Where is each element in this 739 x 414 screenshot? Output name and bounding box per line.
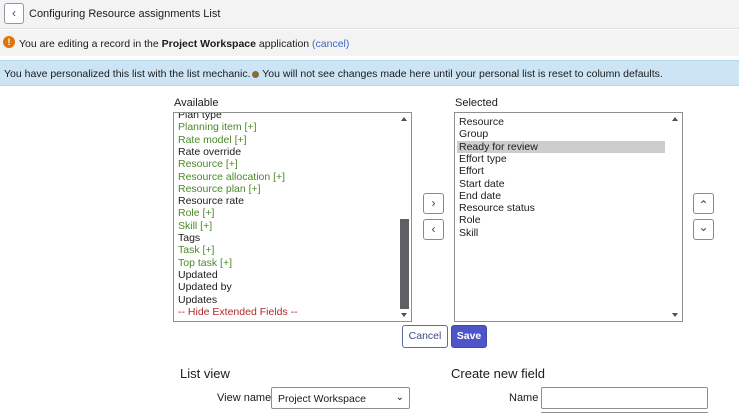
scroll-up-icon[interactable]	[672, 117, 678, 121]
save-button[interactable]: Save	[451, 325, 487, 348]
selected-scrollbar[interactable]	[670, 113, 682, 321]
selected-option[interactable]: Resource	[459, 116, 504, 128]
available-option[interactable]: Updates	[178, 294, 217, 306]
warning-icon: !	[3, 36, 15, 48]
available-option[interactable]: Rate override	[178, 146, 241, 158]
selected-option[interactable]: Role	[459, 214, 481, 226]
create-new-field-title: Create new field	[451, 366, 545, 381]
back-button[interactable]: ‹	[4, 3, 24, 24]
list-mechanic-icon	[251, 70, 259, 78]
notice-suffix: application	[256, 38, 313, 50]
available-listbox[interactable]: Plan type Planning item [+] Rate model [+]…	[173, 112, 412, 322]
personalization-info: You have personalized this list with the…	[0, 60, 739, 86]
available-option[interactable]: -- Hide Extended Fields --	[178, 306, 298, 318]
available-option[interactable]: Rate model [+]	[178, 134, 247, 146]
available-option[interactable]: Skill [+]	[178, 220, 212, 232]
available-option[interactable]: Resource rate	[178, 195, 244, 207]
editing-notice: ! You are editing a record in the Projec…	[0, 30, 739, 56]
available-option[interactable]: Task [+]	[178, 244, 214, 256]
add-field-button[interactable]: ›	[423, 193, 444, 214]
info-text-part2: You will not see changes made here until…	[259, 68, 663, 80]
chevron-left-icon: ‹	[431, 222, 436, 236]
selected-option[interactable]: Group	[459, 128, 488, 140]
available-option[interactable]: Top task [+]	[178, 257, 232, 269]
available-option[interactable]: Resource [+]	[178, 158, 238, 170]
chevron-down-icon: ⌄	[395, 392, 404, 403]
scroll-down-icon[interactable]	[672, 313, 678, 317]
scroll-up-icon[interactable]	[401, 117, 407, 121]
chevron-up-icon: ⌃	[698, 198, 709, 212]
selected-option[interactable]: End date	[459, 190, 501, 202]
selected-option[interactable]: Effort type	[459, 153, 507, 165]
notice-app-name: Project Workspace	[161, 38, 256, 50]
available-option[interactable]: Updated by	[178, 281, 232, 293]
cancel-edit-link[interactable]: (cancel)	[312, 38, 349, 50]
move-up-button[interactable]: ⌃	[693, 193, 714, 214]
view-name-select[interactable]: Project Workspace ⌄	[271, 387, 410, 409]
available-option[interactable]: Plan type	[178, 113, 222, 121]
selected-listbox[interactable]: Resource Group Ready for review Effort type…	[454, 112, 683, 322]
scroll-down-icon[interactable]	[401, 313, 407, 317]
notice-text: You are editing a record in the Project …	[19, 38, 349, 50]
page-header: ‹ Configuring Resource assignments List	[0, 0, 739, 29]
selected-label: Selected	[455, 97, 498, 109]
available-scrollbar[interactable]	[399, 113, 411, 321]
available-scrollbar-thumb[interactable]	[400, 219, 409, 309]
chevron-left-icon: ‹	[12, 6, 16, 20]
page-title: Configuring Resource assignments List	[29, 8, 221, 20]
selected-option-highlighted[interactable]: Ready for review	[457, 140, 665, 153]
move-down-button[interactable]: ⌄	[693, 219, 714, 240]
selected-option[interactable]: Effort	[459, 165, 484, 177]
available-option[interactable]: Planning item [+]	[178, 121, 257, 133]
available-option[interactable]: Tags	[178, 232, 200, 244]
selected-option[interactable]: Start date	[459, 178, 505, 190]
info-text-part1: You have personalized this list with the…	[4, 68, 251, 80]
available-label: Available	[174, 97, 219, 109]
view-name-label: View name	[217, 392, 272, 404]
available-option[interactable]: Resource plan [+]	[178, 183, 261, 195]
list-view-title: List view	[180, 366, 230, 381]
selected-option[interactable]: Skill	[459, 227, 478, 239]
available-option[interactable]: Updated	[178, 269, 218, 281]
chevron-down-icon: ⌄	[698, 220, 709, 234]
selected-option[interactable]: Resource status	[459, 202, 535, 214]
remove-field-button[interactable]: ‹	[423, 219, 444, 240]
info-text: You have personalized this list with the…	[4, 68, 663, 80]
notice-prefix: You are editing a record in the	[19, 38, 162, 50]
view-name-value: Project Workspace	[278, 393, 366, 405]
available-option[interactable]: Role [+]	[178, 207, 214, 219]
cancel-button[interactable]: Cancel	[402, 325, 448, 348]
name-label: Name	[509, 392, 539, 404]
chevron-right-icon: ›	[431, 196, 436, 210]
available-option[interactable]: Resource allocation [+]	[178, 171, 285, 183]
name-input[interactable]	[541, 387, 708, 409]
